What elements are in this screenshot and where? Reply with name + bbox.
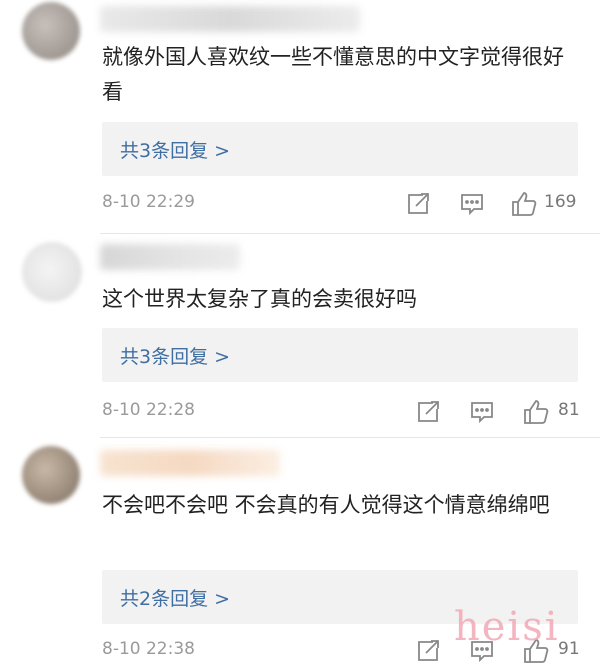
- share-icon[interactable]: [414, 398, 442, 426]
- comment-text: 就像外国人喜欢纹一些不懂意思的中文字觉得很好看: [102, 45, 564, 104]
- watermark: heisi: [454, 604, 560, 650]
- comment-text: 不会吧不会吧 不会真的有人觉得这个情意绵绵吧: [102, 493, 550, 517]
- username-blurred[interactable]: [100, 450, 280, 476]
- username-blurred[interactable]: [100, 6, 360, 32]
- timestamp: 8-10 22:38: [102, 639, 195, 659]
- view-replies-link[interactable]: 共3条回复 >: [120, 342, 230, 369]
- username-blurred[interactable]: [100, 244, 240, 270]
- thumbs-up-icon[interactable]: [522, 398, 550, 426]
- like-count: 169: [544, 192, 577, 212]
- divider: [100, 233, 600, 234]
- avatar[interactable]: [22, 2, 80, 60]
- timestamp: 8-10 22:29: [102, 192, 195, 212]
- comment-icon[interactable]: [458, 190, 486, 218]
- divider: [100, 437, 600, 438]
- view-replies-link[interactable]: 共3条回复 >: [120, 136, 230, 163]
- view-replies-link[interactable]: 共2条回复 >: [120, 584, 230, 611]
- share-icon[interactable]: [414, 637, 442, 665]
- avatar[interactable]: [22, 446, 80, 504]
- like-count: 81: [558, 400, 580, 420]
- thumbs-up-icon[interactable]: [510, 190, 538, 218]
- avatar[interactable]: [22, 242, 82, 302]
- comment-icon[interactable]: [468, 398, 496, 426]
- comment-meta: 8-10 22:29 169: [102, 190, 580, 220]
- like-count: 91: [558, 639, 580, 659]
- share-icon[interactable]: [404, 190, 432, 218]
- reply-box[interactable]: 共3条回复 >: [102, 328, 578, 382]
- comment-meta: 8-10 22:28 81: [102, 398, 580, 428]
- timestamp: 8-10 22:28: [102, 400, 195, 420]
- reply-box[interactable]: 共3条回复 >: [102, 122, 578, 176]
- comment-text: 这个世界太复杂了真的会卖很好吗: [102, 287, 417, 311]
